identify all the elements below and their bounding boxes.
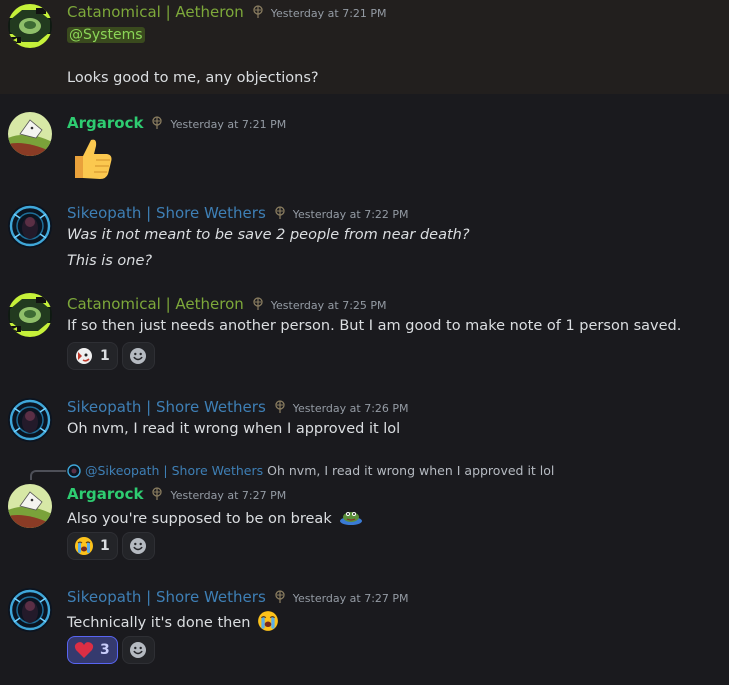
role-icon [251, 5, 265, 19]
frog-emoji-icon [340, 512, 363, 525]
reaction-custom-emoji[interactable]: 1 [67, 342, 118, 370]
message-text: Also you're supposed to be on break [67, 511, 332, 527]
avatar[interactable] [8, 588, 52, 632]
add-reaction-button[interactable] [121, 342, 155, 370]
message-4: Sikeopath | Shore Wethers Yesterday at 7… [0, 392, 729, 450]
timestamp: Yesterday at 7:26 PM [292, 402, 409, 415]
username[interactable]: Catanomical | Aetheron [67, 3, 244, 21]
message-6: Sikeopath | Shore Wethers Yesterday at 7… [0, 582, 729, 682]
reply-username[interactable]: @Sikeopath | Shore Wethers [85, 463, 263, 478]
reply-spine [30, 470, 66, 480]
role-icon [251, 297, 265, 311]
reaction-count: 3 [100, 642, 110, 658]
message-5: @Sikeopath | Shore Wethers Oh nvm, I rea… [0, 462, 729, 566]
message-text: Looks good to me, any objections? [67, 70, 319, 86]
avatar[interactable] [8, 398, 52, 442]
role-icon [150, 487, 164, 501]
message-text: This is one? [67, 253, 153, 269]
add-reaction-button[interactable] [121, 532, 155, 560]
smile-icon [129, 641, 147, 659]
message-text: If so then just needs another person. Bu… [67, 318, 682, 334]
avatar[interactable] [8, 484, 52, 528]
thumbs-up-icon [75, 139, 112, 179]
username[interactable]: Sikeopath | Shore Wethers [67, 398, 266, 416]
message-0: Catanomical | Aetheron Yesterday at 7:21… [0, 0, 729, 94]
role-icon [273, 206, 287, 220]
message-2: Sikeopath | Shore Wethers Yesterday at 7… [0, 198, 729, 280]
username[interactable]: Sikeopath | Shore Wethers [67, 588, 266, 606]
sob-emoji-icon [75, 537, 93, 555]
message-1: Argarock Yesterday at 7:21 PM [0, 106, 729, 186]
timestamp: Yesterday at 7:27 PM [170, 489, 287, 502]
role-icon [150, 116, 164, 130]
role-icon [273, 400, 287, 414]
message-text: Technically it's done then [67, 615, 251, 631]
reply-text: Oh nvm, I read it wrong when I approved … [267, 463, 555, 478]
reaction-heart[interactable]: 3 [67, 636, 118, 664]
reply-preview[interactable]: @Sikeopath | Shore Wethers Oh nvm, I rea… [67, 463, 554, 478]
avatar[interactable] [8, 293, 52, 337]
timestamp: Yesterday at 7:21 PM [270, 7, 387, 20]
sob-emoji-icon [258, 611, 278, 631]
smile-icon [129, 347, 147, 365]
reaction-sob[interactable]: 1 [67, 532, 118, 560]
username[interactable]: Catanomical | Aetheron [67, 295, 244, 313]
avatar[interactable] [8, 204, 52, 248]
avatar[interactable] [8, 112, 52, 156]
reply-avatar-icon [67, 463, 81, 478]
avatar[interactable] [8, 4, 52, 48]
add-reaction-button[interactable] [121, 636, 155, 664]
username[interactable]: Argarock [67, 114, 143, 132]
username[interactable]: Sikeopath | Shore Wethers [67, 204, 266, 222]
custom-emoji-icon [76, 348, 92, 364]
role-mention[interactable]: @Systems [67, 27, 145, 43]
timestamp: Yesterday at 7:27 PM [292, 592, 409, 605]
timestamp: Yesterday at 7:21 PM [170, 118, 287, 131]
smile-icon [129, 537, 147, 555]
message-3: Catanomical | Aetheron Yesterday at 7:25… [0, 289, 729, 377]
message-text: Oh nvm, I read it wrong when I approved … [67, 421, 401, 437]
role-icon [273, 590, 287, 604]
reaction-count: 1 [100, 538, 110, 554]
username[interactable]: Argarock [67, 485, 143, 503]
timestamp: Yesterday at 7:25 PM [270, 299, 387, 312]
timestamp: Yesterday at 7:22 PM [292, 208, 409, 221]
reaction-count: 1 [100, 348, 110, 364]
heart-icon [74, 642, 94, 658]
message-text: Was it not meant to be save 2 people fro… [67, 227, 470, 243]
